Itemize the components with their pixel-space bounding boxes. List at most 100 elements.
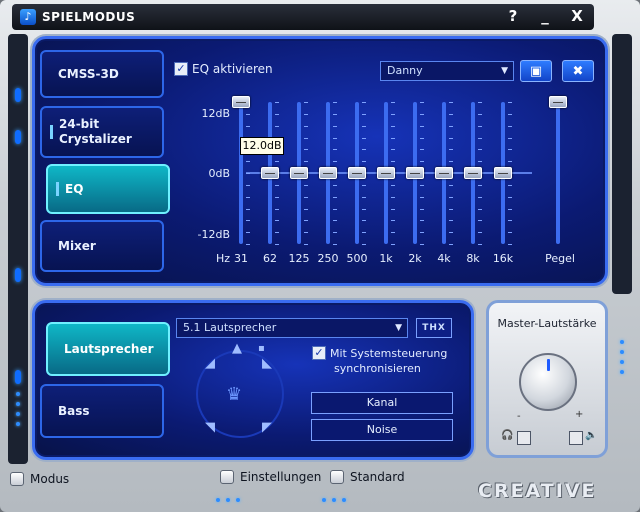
kanal-button[interactable]: Kanal — [311, 392, 453, 414]
eq-tick — [333, 102, 337, 103]
eq-tick — [391, 102, 395, 103]
rear-left-speaker-icon[interactable]: ◥ — [205, 420, 215, 435]
tab-mixer[interactable]: Mixer — [40, 220, 164, 272]
dot-led-icon — [342, 498, 346, 502]
close-button[interactable]: X — [568, 7, 586, 25]
eq-tick — [246, 244, 250, 245]
help-button[interactable]: ? — [504, 7, 522, 25]
pegel-slider-track[interactable] — [556, 102, 560, 244]
headphone-toggle[interactable] — [517, 431, 531, 445]
save-preset-button[interactable]: ▣ — [520, 60, 552, 82]
eq-slider-knob[interactable] — [435, 167, 453, 179]
sync-label-line1: Mit Systemsteuerung — [330, 347, 448, 360]
pegel-label: Pegel — [545, 252, 575, 265]
center-speaker-icon[interactable]: ▲ — [232, 341, 242, 356]
master-volume-knob[interactable] — [519, 353, 577, 411]
eq-slider-track[interactable] — [239, 102, 243, 244]
eq-tick — [449, 102, 453, 103]
eq-tick — [391, 161, 395, 163]
front-right-speaker-icon[interactable]: ◣ — [262, 356, 272, 371]
eq-tick — [333, 113, 337, 115]
eq-tick — [508, 149, 512, 151]
eq-tick — [478, 232, 482, 234]
eq-slider-knob[interactable] — [494, 167, 512, 179]
speaker-config-select[interactable]: 5.1 Lautsprecher ▼ — [176, 318, 408, 338]
speaker-config-value: 5.1 Lautsprecher — [183, 321, 277, 334]
noise-button[interactable]: Noise — [311, 419, 453, 441]
mute-toggle[interactable] — [569, 431, 583, 445]
eq-tick — [304, 232, 308, 234]
creative-logo: CREATIVE — [478, 480, 597, 502]
eq-tick — [508, 125, 512, 127]
eq-tick — [508, 113, 512, 115]
eq-freq-label: 1k — [379, 252, 393, 265]
eq-tick — [508, 137, 512, 139]
eq-tick — [304, 149, 308, 151]
dot-led-icon — [620, 370, 624, 374]
eq-tick — [449, 161, 453, 163]
rear-right-speaker-icon[interactable]: ◤ — [262, 420, 272, 435]
eq-tick — [508, 232, 512, 234]
eq-slider-knob[interactable] — [348, 167, 366, 179]
eq-slider-knob[interactable] — [261, 167, 279, 179]
einstellungen-button[interactable]: Einstellungen — [220, 470, 321, 484]
eq-slider-knob[interactable] — [319, 167, 337, 179]
hz-label: Hz — [215, 252, 230, 265]
eq-slider-knob[interactable] — [377, 167, 395, 179]
eq-tick — [449, 208, 453, 210]
eq-freq-label: 2k — [408, 252, 422, 265]
dot-led-icon — [620, 360, 624, 364]
tab-lautsprecher[interactable]: Lautsprecher — [46, 322, 170, 376]
sync-checkbox[interactable]: ✓ Mit Systemsteuerung synchronisieren — [312, 346, 447, 376]
eq-slider-knob[interactable] — [232, 96, 250, 108]
eq-tick — [333, 137, 337, 139]
tab-marker-icon — [56, 182, 59, 196]
front-left-speaker-icon[interactable]: ◢ — [205, 356, 215, 371]
eq-tick — [275, 196, 279, 198]
eq-tick — [420, 220, 424, 222]
eq-tick — [333, 125, 337, 127]
dot-led-icon — [620, 350, 624, 354]
eq-tick — [478, 208, 482, 210]
eq-tick — [333, 244, 337, 245]
tab-label: EQ — [65, 182, 84, 196]
eq-freq-label: 31 — [234, 252, 248, 265]
eq-tick — [391, 220, 395, 222]
eq-slider-knob[interactable] — [406, 167, 424, 179]
eq-slider-knob[interactable] — [290, 167, 308, 179]
eq-preset-select[interactable]: Danny ▼ — [380, 61, 514, 81]
volume-minus-label: - — [517, 411, 521, 422]
standard-icon — [330, 470, 344, 484]
knob-indicator — [547, 359, 550, 371]
app-frame: ♪ SPIELMODUS ? _ X CMSS-3D 24-bit Crysta… — [0, 0, 640, 512]
eq-tick — [449, 232, 453, 234]
tab-crystalizer[interactable]: 24-bit Crystalizer — [40, 106, 164, 158]
eq-tick — [246, 161, 250, 163]
eq-tick — [449, 125, 453, 127]
eq-tick — [420, 208, 424, 210]
rail-led-icon — [15, 88, 21, 102]
tab-bass[interactable]: Bass — [40, 384, 164, 438]
minimize-button[interactable]: _ — [536, 7, 554, 25]
standard-button[interactable]: Standard — [330, 470, 405, 484]
modus-button[interactable]: Modus — [10, 472, 69, 486]
eq-tick — [333, 149, 337, 151]
eq-tick — [275, 184, 279, 186]
subwoofer-icon[interactable]: ▪ — [258, 343, 265, 354]
modus-icon — [10, 472, 24, 486]
master-volume-panel: Master-Lautstärke - + 🎧 🔈 — [486, 300, 608, 458]
speaker-icon: 🔈 — [585, 430, 598, 441]
tab-eq[interactable]: EQ — [46, 164, 170, 214]
thx-button[interactable]: THX — [416, 318, 452, 338]
delete-preset-button[interactable]: ✖ — [562, 60, 594, 82]
eq-tick — [420, 161, 424, 163]
eq-tick — [508, 102, 512, 103]
eq-tick — [246, 196, 250, 198]
pegel-slider-knob[interactable] — [549, 96, 567, 108]
eq-enable-checkbox[interactable]: ✓ EQ aktivieren — [174, 62, 273, 76]
tab-cmss-3d[interactable]: CMSS-3D — [40, 50, 164, 98]
eq-slider-knob[interactable] — [464, 167, 482, 179]
eq-tick — [478, 149, 482, 151]
tab-label: Bass — [58, 404, 90, 418]
eq-tick — [449, 184, 453, 186]
